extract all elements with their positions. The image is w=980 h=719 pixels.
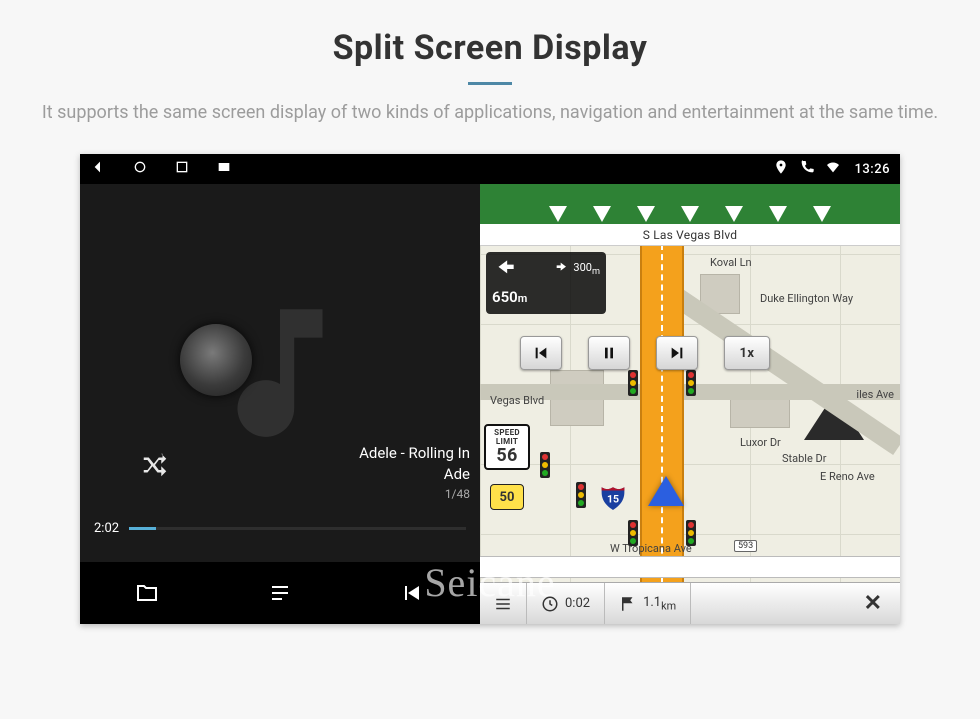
clock-icon [541,595,559,613]
nav-bottom-bar: 0:02 1.1km ✕ [480,582,900,624]
page-title: Split Screen Display [0,0,980,68]
music-note-icon [80,184,480,562]
shuffle-icon[interactable] [140,450,170,484]
album-art-area: Adele - Rolling In Ade 1/48 2:02 [80,184,480,562]
device-screenshot: 13:26 Adele - Rolling In [80,154,900,624]
lane-guidance-bar [480,184,900,224]
location-icon [773,159,789,179]
progress-row: 2:02 [80,521,480,536]
player-bottom-bar [80,562,480,624]
vehicle-position-icon [648,476,684,506]
lane-arrow-icon [725,206,743,222]
recent-apps-icon[interactable] [174,159,190,179]
close-button[interactable]: ✕ [846,591,900,616]
lane-arrow-icon [813,206,831,222]
turn-right-icon [554,260,570,276]
previous-button[interactable] [399,579,427,607]
music-player-pane: Adele - Rolling In Ade 1/48 2:02 [80,184,480,624]
title-underline [468,82,512,85]
traffic-light-icon [540,452,550,478]
track-title: Adele - Rolling In [359,443,470,463]
route-badge: 593 [734,540,757,552]
remaining-distance-unit: km [661,599,676,612]
remaining-distance: 1.1 [643,595,661,610]
menu-button[interactable] [480,583,527,624]
track-artist: Ade [359,464,470,484]
menu-icon [494,595,512,613]
lane-arrow-icon [593,206,611,222]
current-street-label: S Las Vegas Blvd [480,224,900,246]
turn-instruction-panel: 300m 650m [486,252,606,314]
next-turn-unit: m [592,268,600,278]
speed-limit-sign: SPEED LIMIT 56 [484,424,530,470]
street-label: W Tropicana Ave [610,542,692,555]
sim-pause-button[interactable] [588,336,630,370]
track-metadata: Adele - Rolling In Ade 1/48 [359,443,470,502]
home-icon[interactable] [132,159,148,179]
playlist-button[interactable] [266,579,294,607]
street-label: Stable Dr [782,452,826,465]
folder-button[interactable] [133,579,161,607]
track-counter: 1/48 [359,486,470,502]
screenshot-icon[interactable] [216,159,232,179]
lane-arrow-icon [637,206,655,222]
distance-segment[interactable]: 1.1km [605,583,691,624]
traffic-light-icon [686,370,696,396]
page-subtitle: It supports the same screen display of t… [40,99,940,126]
street-label: Luxor Dr [740,436,781,449]
eta-value: 0:02 [565,596,590,611]
eta-segment[interactable]: 0:02 [527,583,605,624]
traffic-light-icon [576,482,586,508]
back-icon[interactable] [90,159,106,179]
wifi-icon [825,159,841,179]
street-label: Koval Ln [710,256,752,269]
street-label: iles Ave [856,388,894,401]
lane-arrow-icon [681,206,699,222]
navigation-pane: S Las Vegas Blvd 300m [480,184,900,624]
sim-next-button[interactable] [656,336,698,370]
flag-icon [619,595,637,613]
sim-speed-button[interactable]: 1x [724,336,770,370]
main-turn-unit: m [518,292,528,305]
lane-arrow-icon [769,206,787,222]
sim-prev-button[interactable] [520,336,562,370]
road-tropicana [480,556,900,578]
main-turn-distance: 650 [492,288,518,306]
route-sim-controls: 1x [520,336,770,370]
volume-knob[interactable] [180,324,252,396]
interstate-shield: 15 [600,484,626,510]
turn-left-icon [492,256,518,282]
street-label: Duke Ellington Way [760,292,853,305]
next-turn-distance: 300 [573,261,592,274]
speed-limit-value: 56 [486,447,528,465]
speed-limit-label: SPEED LIMIT [486,428,528,446]
phone-icon [799,159,815,179]
android-statusbar: 13:26 [80,154,900,184]
svg-text:15: 15 [607,493,619,506]
close-icon: ✕ [864,591,882,616]
clock: 13:26 [855,162,890,177]
elapsed-time: 2:02 [94,521,119,536]
lane-arrow-icon [549,206,567,222]
street-label: Vegas Blvd [490,394,544,407]
progress-bar[interactable] [129,527,466,530]
road-main-vertical [640,244,684,584]
traffic-light-icon [628,370,638,396]
route-shield: 50 [490,484,524,510]
street-label: E Reno Ave [820,470,875,483]
